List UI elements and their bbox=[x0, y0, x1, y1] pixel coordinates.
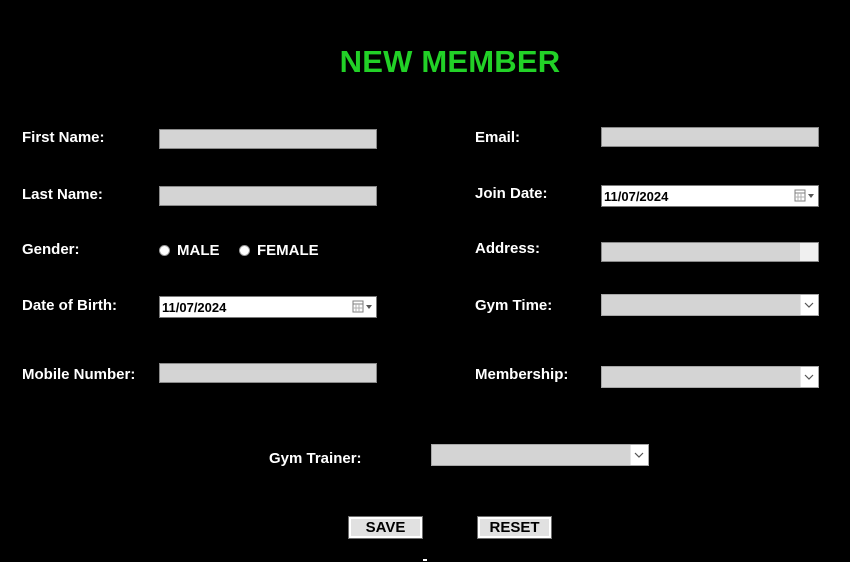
gym-time-dropdown-button[interactable] bbox=[800, 295, 818, 315]
chevron-down-icon bbox=[804, 302, 814, 308]
join-date-label: Join Date: bbox=[475, 185, 548, 202]
male-radio[interactable] bbox=[159, 245, 170, 256]
page-title: NEW MEMBER bbox=[339, 44, 561, 79]
dob-label: Date of Birth: bbox=[22, 297, 117, 314]
join-date-picker[interactable]: 11/07/2024 bbox=[601, 185, 819, 207]
gym-trainer-dropdown-button[interactable] bbox=[630, 445, 648, 465]
address-label: Address: bbox=[475, 240, 541, 257]
gym-trainer-label: Gym Trainer: bbox=[269, 450, 362, 467]
calendar-icon[interactable] bbox=[794, 189, 816, 203]
reset-button[interactable]: RESET bbox=[477, 516, 552, 539]
dob-date-picker[interactable]: 11/07/2024 bbox=[159, 296, 377, 318]
chevron-down-icon bbox=[804, 374, 814, 380]
last-name-label: Last Name: bbox=[22, 186, 103, 203]
gym-time-select[interactable] bbox=[601, 294, 819, 316]
first-name-input[interactable] bbox=[159, 129, 377, 149]
membership-label: Membership: bbox=[475, 366, 569, 383]
divider bbox=[423, 559, 427, 561]
gender-female-option[interactable]: FEMALE bbox=[239, 242, 319, 259]
female-radio[interactable] bbox=[239, 245, 250, 256]
membership-select[interactable] bbox=[601, 366, 819, 388]
address-input[interactable] bbox=[601, 242, 819, 262]
male-label: MALE bbox=[177, 242, 220, 259]
gender-label: Gender: bbox=[22, 241, 80, 258]
gender-male-option[interactable]: MALE bbox=[159, 242, 220, 259]
save-button[interactable]: SAVE bbox=[348, 516, 423, 539]
membership-dropdown-button[interactable] bbox=[800, 367, 818, 387]
join-date-value: 11/07/2024 bbox=[604, 189, 669, 204]
mobile-input[interactable] bbox=[159, 363, 377, 383]
chevron-down-icon bbox=[634, 452, 644, 458]
gym-trainer-select[interactable] bbox=[431, 444, 649, 466]
email-label: Email: bbox=[475, 129, 521, 146]
address-scrollbar[interactable] bbox=[800, 243, 818, 261]
gym-time-label: Gym Time: bbox=[475, 297, 553, 314]
dob-value: 11/07/2024 bbox=[162, 300, 227, 315]
female-label: FEMALE bbox=[257, 242, 319, 259]
last-name-input[interactable] bbox=[159, 186, 377, 206]
first-name-label: First Name: bbox=[22, 129, 105, 146]
mobile-label: Mobile Number: bbox=[22, 366, 136, 383]
email-input[interactable] bbox=[601, 127, 819, 147]
calendar-icon[interactable] bbox=[352, 300, 374, 314]
